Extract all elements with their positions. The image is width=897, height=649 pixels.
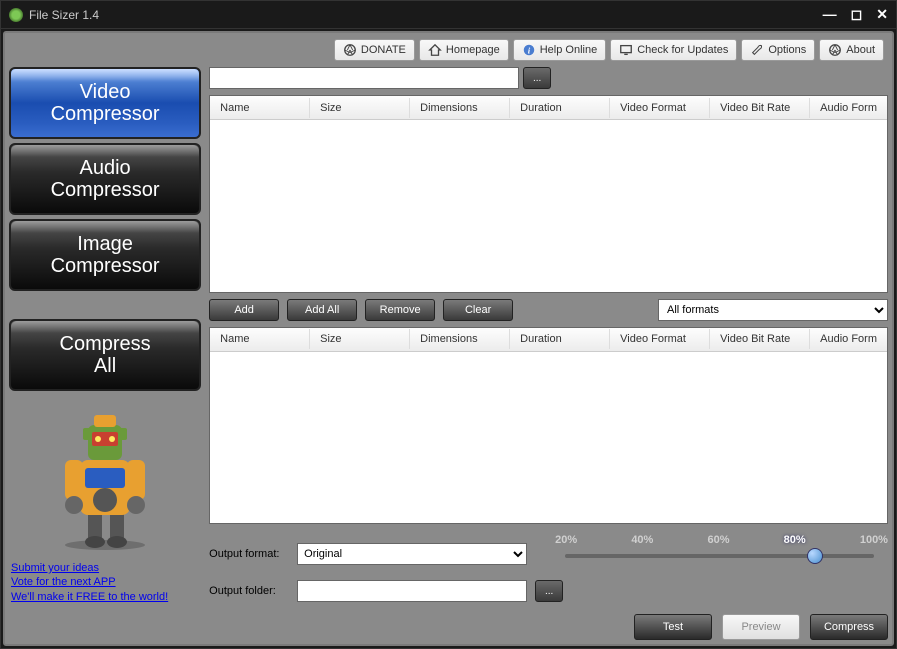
- add-button[interactable]: Add: [209, 299, 279, 321]
- content-area: ... Name Size Dimensions Duration Video …: [209, 67, 888, 640]
- homepage-button[interactable]: Homepage: [419, 39, 509, 61]
- tick-100: 100%: [860, 534, 888, 546]
- vote-app-link[interactable]: Vote for the next APP: [11, 575, 199, 589]
- maximize-button[interactable]: ◻: [851, 6, 863, 23]
- preview-button[interactable]: Preview: [722, 614, 800, 640]
- donate-label: DONATE: [361, 44, 406, 56]
- table-header: Name Size Dimensions Duration Video Form…: [210, 96, 887, 120]
- qcol-video-format[interactable]: Video Format: [610, 329, 710, 349]
- main-area: VideoCompressor AudioCompressor ImageCom…: [9, 67, 888, 640]
- col-duration[interactable]: Duration: [510, 98, 610, 118]
- about-button[interactable]: About: [819, 39, 884, 61]
- slider-labels: 20% 40% 60% 80% 100%: [555, 534, 888, 546]
- queue-table-header: Name Size Dimensions Duration Video Form…: [210, 328, 887, 352]
- wrench-icon: [750, 43, 764, 57]
- app-window: File Sizer 1.4 — ◻ ✕ DONATE Homepage i H…: [0, 0, 897, 649]
- image-compressor-button[interactable]: ImageCompressor: [9, 219, 201, 291]
- col-audio-format[interactable]: Audio Form: [810, 98, 887, 118]
- col-size[interactable]: Size: [310, 98, 410, 118]
- sidebar: VideoCompressor AudioCompressor ImageCom…: [9, 67, 201, 640]
- qcol-video-bitrate[interactable]: Video Bit Rate: [710, 329, 810, 349]
- robot-icon: [40, 400, 170, 550]
- home-icon: [428, 43, 442, 57]
- qcol-name[interactable]: Name: [210, 329, 310, 349]
- free-world-link[interactable]: We'll make it FREE to the world!: [11, 590, 199, 604]
- options-button[interactable]: Options: [741, 39, 815, 61]
- queue-file-table[interactable]: Name Size Dimensions Duration Video Form…: [209, 327, 888, 525]
- app-icon: [9, 8, 23, 22]
- source-path-input[interactable]: [209, 67, 519, 89]
- window-controls: — ◻ ✕: [823, 6, 888, 23]
- submit-ideas-link[interactable]: Submit your ideas: [11, 561, 199, 575]
- tick-60: 60%: [707, 534, 729, 546]
- minimize-button[interactable]: —: [823, 6, 837, 23]
- image-compressor-label: ImageCompressor: [51, 233, 160, 277]
- output-folder-label: Output folder:: [209, 585, 289, 597]
- about-label: About: [846, 44, 875, 56]
- tick-80: 80%: [784, 534, 806, 546]
- queue-table-body[interactable]: [210, 352, 887, 524]
- col-video-bitrate[interactable]: Video Bit Rate: [710, 98, 810, 118]
- help-label: Help Online: [540, 44, 597, 56]
- tick-40: 40%: [631, 534, 653, 546]
- app-body: DONATE Homepage i Help Online Check for …: [3, 31, 894, 646]
- tick-20: 20%: [555, 534, 577, 546]
- source-path-row: ...: [209, 67, 888, 89]
- quality-slider[interactable]: 20% 40% 60% 80% 100%: [555, 534, 888, 574]
- video-compressor-label: VideoCompressor: [51, 81, 160, 125]
- slider-thumb[interactable]: [807, 548, 823, 564]
- col-video-format[interactable]: Video Format: [610, 98, 710, 118]
- aperture-icon: [828, 43, 842, 57]
- output-section: Output format: Original 20% 40% 60% 80% …: [209, 534, 888, 640]
- donate-button[interactable]: DONATE: [334, 39, 415, 61]
- audio-compressor-button[interactable]: AudioCompressor: [9, 143, 201, 215]
- updates-button[interactable]: Check for Updates: [610, 39, 737, 61]
- audio-compressor-label: AudioCompressor: [51, 157, 160, 201]
- col-name[interactable]: Name: [210, 98, 310, 118]
- robot-mascot: [9, 395, 201, 555]
- remove-button[interactable]: Remove: [365, 299, 435, 321]
- output-folder-input[interactable]: [297, 580, 527, 602]
- compress-all-label: CompressAll: [60, 333, 151, 377]
- output-format-select[interactable]: Original: [297, 543, 527, 565]
- output-format-label: Output format:: [209, 548, 289, 560]
- add-all-button[interactable]: Add All: [287, 299, 357, 321]
- info-icon: i: [522, 43, 536, 57]
- source-table-body[interactable]: [210, 120, 887, 292]
- updates-label: Check for Updates: [637, 44, 728, 56]
- footer-links: Submit your ideas Vote for the next APP …: [9, 559, 201, 606]
- video-compressor-button[interactable]: VideoCompressor: [9, 67, 201, 139]
- clear-button[interactable]: Clear: [443, 299, 513, 321]
- qcol-audio-format[interactable]: Audio Form: [810, 329, 887, 349]
- compress-all-button[interactable]: CompressAll: [9, 319, 201, 391]
- titlebar[interactable]: File Sizer 1.4 — ◻ ✕: [1, 1, 896, 29]
- bottom-actions: Test Preview Compress: [209, 614, 888, 640]
- close-button[interactable]: ✕: [876, 6, 888, 23]
- monitor-icon: [619, 43, 633, 57]
- format-filter-select[interactable]: All formats: [658, 299, 888, 321]
- qcol-dimensions[interactable]: Dimensions: [410, 329, 510, 349]
- col-dimensions[interactable]: Dimensions: [410, 98, 510, 118]
- help-button[interactable]: i Help Online: [513, 39, 606, 61]
- source-file-table[interactable]: Name Size Dimensions Duration Video Form…: [209, 95, 888, 293]
- browse-source-button[interactable]: ...: [523, 67, 551, 89]
- compress-button[interactable]: Compress: [810, 614, 888, 640]
- options-label: Options: [768, 44, 806, 56]
- output-format-row: Output format: Original 20% 40% 60% 80% …: [209, 534, 888, 574]
- action-row: Add Add All Remove Clear All formats: [209, 299, 888, 321]
- test-button[interactable]: Test: [634, 614, 712, 640]
- qcol-size[interactable]: Size: [310, 329, 410, 349]
- slider-track[interactable]: [565, 554, 874, 558]
- homepage-label: Homepage: [446, 44, 500, 56]
- aperture-icon: [343, 43, 357, 57]
- window-title: File Sizer 1.4: [29, 8, 823, 22]
- top-menu: DONATE Homepage i Help Online Check for …: [9, 39, 888, 61]
- qcol-duration[interactable]: Duration: [510, 329, 610, 349]
- output-folder-row: Output folder: ...: [209, 580, 888, 602]
- browse-output-button[interactable]: ...: [535, 580, 563, 602]
